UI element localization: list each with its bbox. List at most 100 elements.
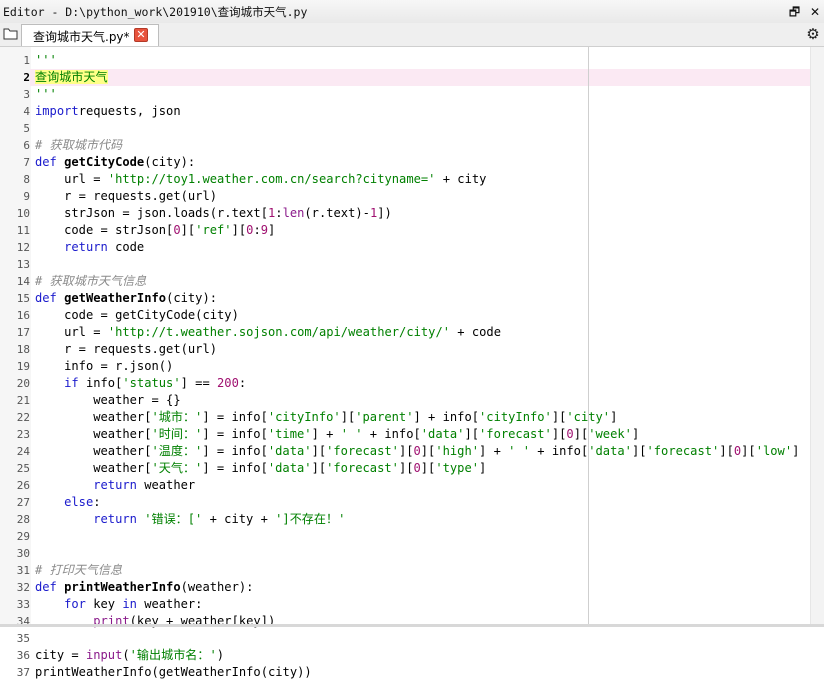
line-number: 31: [16, 564, 30, 577]
code-token: input: [85, 648, 123, 662]
code-text: return '错误：[' + city + ']不存在！': [35, 511, 345, 528]
line-number: 27: [16, 496, 30, 509]
code-line[interactable]: 14 # 获取城市天气信息: [0, 273, 810, 290]
code-line[interactable]: 16 code = getCityCode(city): [0, 307, 810, 324]
code-line[interactable]: 22 weather['城市：'] = info['cityInfo']['pa…: [0, 409, 810, 426]
code-text: print(key + weather[key]): [35, 613, 275, 630]
code-string: '时间：': [151, 427, 203, 441]
code-line[interactable]: 15 def getWeatherInfo(city):: [0, 290, 810, 307]
code-token: for: [64, 597, 86, 611]
code-token: 0: [173, 223, 181, 237]
line-number: 24: [16, 445, 30, 458]
code-line[interactable]: 29: [0, 528, 810, 545]
tab-file[interactable]: 查询城市天气.py* ✕: [21, 24, 159, 46]
code-line[interactable]: 1 ''': [0, 52, 810, 69]
code-token: ]: [631, 427, 640, 441]
code-text: 查询城市天气: [35, 69, 108, 86]
code-string: 'forecast': [326, 444, 399, 458]
code-comment: # 打印天气信息: [35, 563, 123, 577]
code-line[interactable]: 32 def printWeatherInfo(weather):: [0, 579, 810, 596]
code-token: + info[: [530, 444, 589, 458]
code-text: ''': [35, 52, 57, 69]
line-number: 34: [16, 615, 30, 628]
code-token: + code: [450, 325, 501, 339]
code-string: 'cityInfo': [479, 410, 552, 424]
window-title: Editor - D:\python_work\201910\查询城市天气.py: [3, 5, 308, 19]
code-token: 200: [217, 376, 239, 390]
code-line[interactable]: 36 city = input('输出城市名：'): [0, 647, 810, 664]
code-comment: # 获取城市天气信息: [35, 274, 147, 288]
line-number: 22: [16, 411, 30, 424]
code-line[interactable]: 18 r = requests.get(url): [0, 341, 810, 358]
close-icon[interactable]: ✕: [810, 5, 820, 19]
code-string: '天气：': [151, 461, 203, 475]
code-line[interactable]: 12 return code: [0, 239, 810, 256]
code-line[interactable]: 37 printWeatherInfo(getWeatherInfo(city)): [0, 664, 810, 681]
code-text: # 获取城市天气信息: [35, 273, 146, 290]
code-token: def: [35, 155, 57, 169]
code-line[interactable]: 2 查询城市天气: [0, 69, 810, 86]
code-line[interactable]: 31 # 打印天气信息: [0, 562, 810, 579]
code-token: city =: [35, 648, 86, 662]
code-text: weather['天气：'] = info['data']['forecast'…: [35, 460, 486, 477]
code-line[interactable]: 20 if info['status'] == 200:: [0, 375, 810, 392]
folder-icon[interactable]: [3, 27, 19, 41]
code-line[interactable]: 24 weather['温度：'] = info['data']['foreca…: [0, 443, 810, 460]
code-token: ][: [551, 427, 567, 441]
code-token: r = requests.get(url): [35, 189, 218, 203]
line-number: 32: [16, 581, 30, 594]
code-line[interactable]: 6 # 获取城市代码: [0, 137, 810, 154]
code-token: weather[: [35, 444, 152, 458]
code-line[interactable]: 9 r = requests.get(url): [0, 188, 810, 205]
vertical-scrollbar[interactable]: [810, 47, 824, 625]
code-token: 查询城市天气: [35, 70, 108, 84]
code-token: url =: [35, 325, 108, 339]
code-line[interactable]: 19 info = r.json(): [0, 358, 810, 375]
code-token: printWeatherInfo: [64, 580, 181, 594]
code-token: + city: [435, 172, 487, 186]
code-token: strJson = json.loads(r.text[: [35, 206, 268, 220]
code-editor[interactable]: 1 ''' 2 查询城市天气 3 ''' 4 importrequests, json 5 6 # …: [0, 47, 824, 679]
code-line[interactable]: 35: [0, 630, 810, 647]
code-line[interactable]: 5: [0, 120, 810, 137]
code-line[interactable]: 26 return weather: [0, 477, 810, 494]
code-line[interactable]: 21 weather = {}: [0, 392, 810, 409]
code-line[interactable]: 34 print(key + weather[key]): [0, 613, 810, 630]
code-text: strJson = json.loads(r.text[1:len(r.text…: [35, 205, 392, 222]
code-line[interactable]: 11 code = strJson[0]['ref'][0:9]: [0, 222, 810, 239]
code-token: 0: [413, 461, 421, 475]
code-line[interactable]: 17 url = 'http://t.weather.sojson.com/ap…: [0, 324, 810, 341]
code-token: 0: [566, 427, 574, 441]
code-line[interactable]: 30: [0, 545, 810, 562]
code-token: info[: [78, 376, 123, 390]
code-string: 'data': [267, 444, 312, 458]
gear-icon[interactable]: ⚙: [805, 26, 821, 42]
code-line[interactable]: 28 return '错误：[' + city + ']不存在！': [0, 511, 810, 528]
code-string: 'status': [122, 376, 181, 390]
line-number: 17: [16, 326, 30, 339]
code-string: 'week': [588, 427, 632, 441]
code-line[interactable]: 13: [0, 256, 810, 273]
code-line[interactable]: 4 importrequests, json: [0, 103, 810, 120]
code-text: if info['status'] == 200:: [35, 375, 246, 392]
code-line[interactable]: 25 weather['天气：'] = info['data']['foreca…: [0, 460, 810, 477]
code-token: ]: [792, 444, 800, 458]
code-string: 'http://toy1.weather.com.cn/search?cityn…: [107, 172, 436, 186]
code-line[interactable]: 27 else:: [0, 494, 810, 511]
code-line[interactable]: 7 def getCityCode(city):: [0, 154, 810, 171]
code-line[interactable]: 33 for key in weather:: [0, 596, 810, 613]
code-line[interactable]: 8 url = 'http://toy1.weather.com.cn/sear…: [0, 171, 810, 188]
code-token: (: [122, 648, 130, 662]
code-text: url = 'http://t.weather.sojson.com/api/w…: [35, 324, 501, 341]
restore-icon[interactable]: 🗗: [789, 5, 800, 19]
code-line[interactable]: 3 ''': [0, 86, 810, 103]
code-line[interactable]: 10 strJson = json.loads(r.text[1:len(r.t…: [0, 205, 810, 222]
code-line[interactable]: 23 weather['时间：'] = info['time'] + ' ' +…: [0, 426, 810, 443]
code-text: def getCityCode(city):: [35, 154, 195, 171]
code-token: :: [253, 223, 261, 237]
tab-close-icon[interactable]: ✕: [134, 28, 148, 42]
code-text: return weather: [35, 477, 195, 494]
line-number: 14: [16, 275, 30, 288]
code-token: ][: [311, 461, 327, 475]
